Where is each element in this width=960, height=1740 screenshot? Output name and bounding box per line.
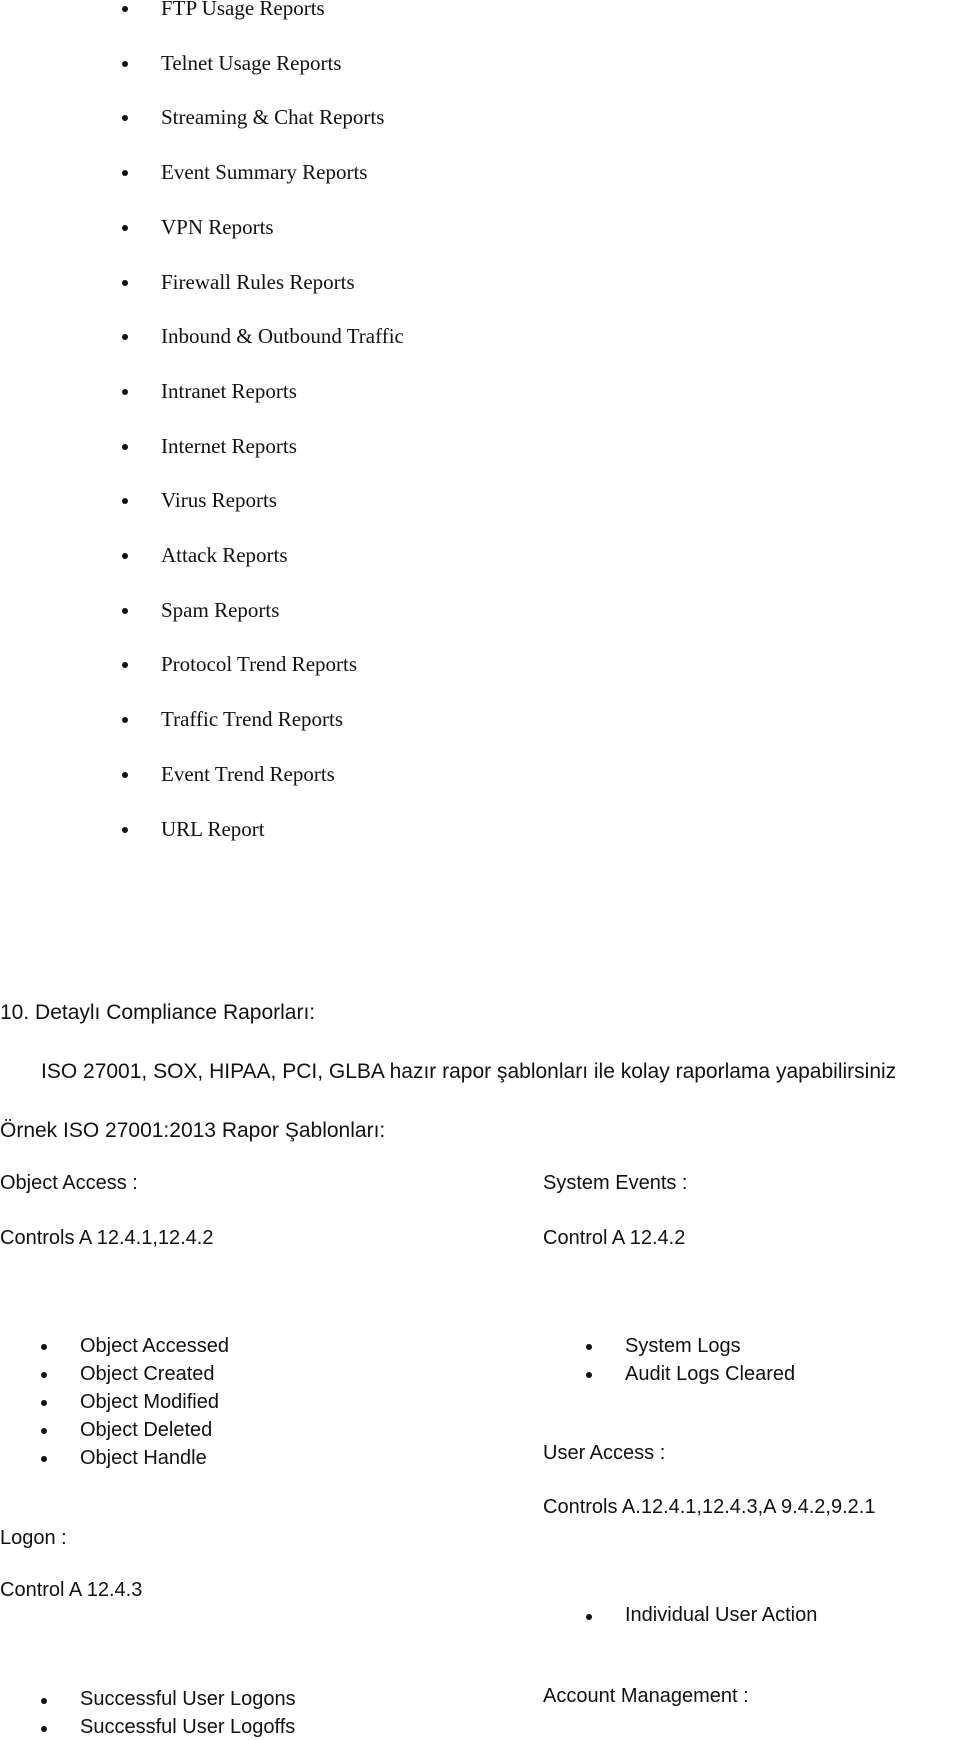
user-access-title: User Access :: [543, 1442, 666, 1464]
object-access-controls: Controls A 12.4.1,12.4.2: [0, 1227, 214, 1249]
list-item-label: Object Handle: [80, 1447, 207, 1469]
bullet-icon: [122, 498, 128, 505]
bullet-icon: [122, 717, 128, 724]
list-item-label: VPN Reports: [161, 214, 274, 239]
object-access-title: Object Access :: [0, 1172, 138, 1194]
list-item-label: Individual User Action: [625, 1604, 818, 1626]
bullet-icon: [41, 1726, 47, 1732]
bullet-icon: [41, 1344, 47, 1350]
bullet-icon: [41, 1698, 47, 1704]
bullet-icon: [122, 771, 128, 778]
bullet-icon: [122, 662, 128, 669]
system-events-title: System Events :: [543, 1172, 688, 1194]
list-item-label: Event Trend Reports: [161, 761, 335, 786]
list-item-label: Streaming & Chat Reports: [161, 105, 385, 130]
list-item-label: Internet Reports: [161, 433, 297, 458]
list-item-label: Object Created: [80, 1363, 215, 1385]
user-access-controls: Controls A.12.4.1,12.4.3,A 9.4.2,9.2.1: [543, 1496, 876, 1518]
list-item-label: URL Report: [161, 816, 265, 841]
system-events-controls: Control A 12.4.2: [543, 1227, 686, 1249]
bullet-icon: [586, 1344, 592, 1350]
list-item-label: Spam Reports: [161, 597, 280, 622]
logon-title: Logon :: [0, 1527, 67, 1549]
bullet-icon: [122, 115, 128, 122]
section-subheading: Örnek ISO 27001:2013 Rapor Şablonları:: [0, 1119, 386, 1142]
list-item-label: Inbound & Outbound Traffic: [161, 324, 404, 349]
bullet-icon: [122, 60, 128, 67]
list-item-label: Event Summary Reports: [161, 160, 368, 185]
list-item-label: Intranet Reports: [161, 378, 297, 403]
account-management-title: Account Management :: [543, 1685, 749, 1707]
bullet-icon: [586, 1372, 592, 1378]
bullet-icon: [122, 224, 128, 231]
list-item-label: Telnet Usage Reports: [161, 50, 342, 75]
bullet-icon: [122, 170, 128, 177]
list-item-label: Object Modified: [80, 1391, 219, 1413]
list-item-label: Traffic Trend Reports: [161, 707, 344, 732]
list-item-label: FTP Usage Reports: [161, 0, 325, 20]
list-item-label: Object Deleted: [80, 1419, 213, 1441]
list-item-label: Firewall Rules Reports: [161, 269, 355, 294]
list-item-label: Audit Logs Cleared: [625, 1363, 796, 1385]
bullet-icon: [41, 1400, 47, 1406]
bullet-icon: [122, 553, 128, 559]
list-item-label: Attack Reports: [161, 543, 288, 567]
section-intro: ISO 27001, SOX, HIPAA, PCI, GLBA hazır r…: [41, 1060, 897, 1083]
bullet-icon: [122, 388, 128, 395]
list-item-label: Successful User Logoffs: [80, 1716, 296, 1738]
list-item-label: Object Accessed: [80, 1335, 229, 1357]
list-item-label: System Logs: [625, 1335, 741, 1357]
bullet-icon: [122, 826, 128, 833]
list-item-label: Protocol Trend Reports: [161, 652, 358, 677]
bullet-icon: [41, 1456, 47, 1462]
logon-controls: Control A 12.4.3: [0, 1579, 143, 1601]
bullet-icon: [41, 1428, 47, 1434]
bullet-icon: [122, 443, 128, 450]
section-heading: 10. Detaylı Compliance Raporları:: [0, 1001, 316, 1024]
bullet-icon: [41, 1372, 47, 1378]
bullet-icon: [586, 1614, 592, 1620]
bullet-icon: [122, 6, 128, 12]
bullet-icon: [122, 334, 128, 341]
list-item-label: Successful User Logons: [80, 1688, 296, 1710]
bullet-icon: [122, 607, 128, 614]
list-item-label: Virus Reports: [161, 488, 277, 513]
bullet-icon: [122, 279, 128, 286]
